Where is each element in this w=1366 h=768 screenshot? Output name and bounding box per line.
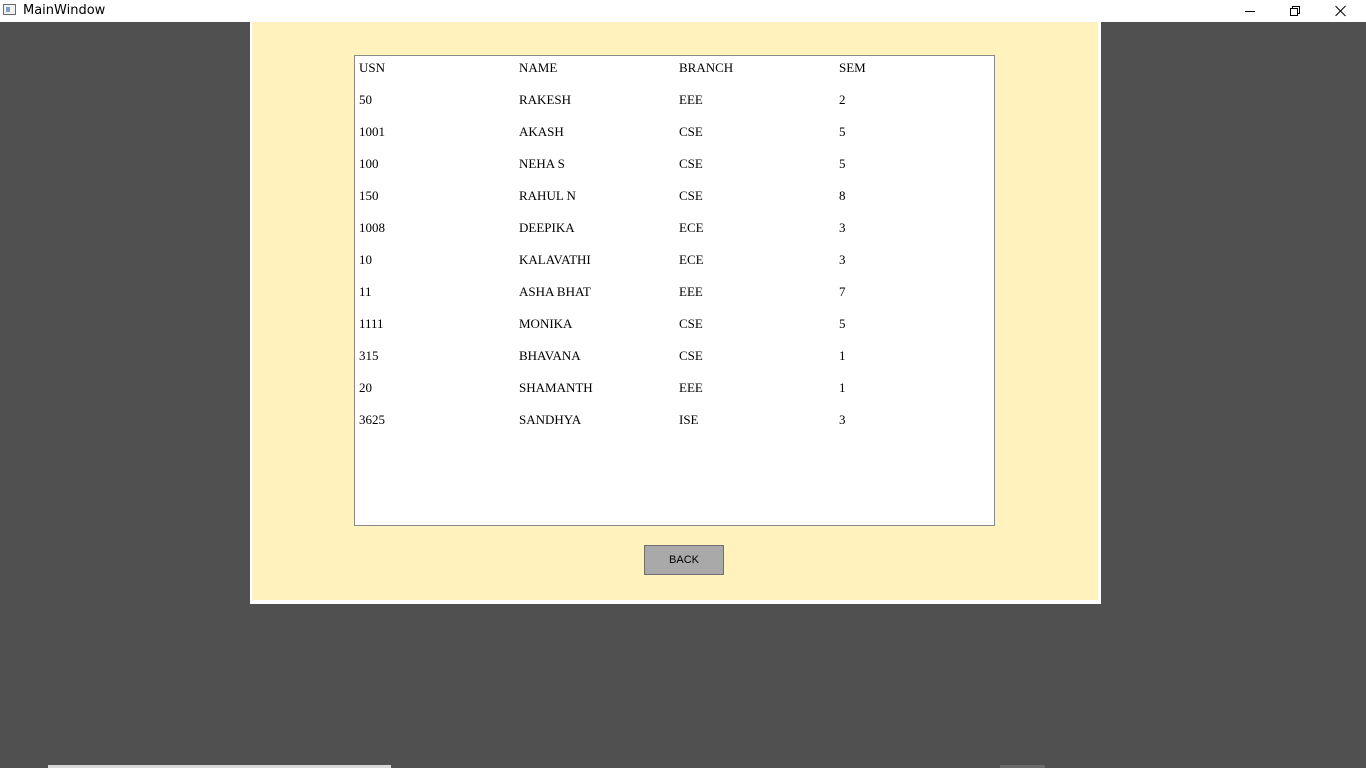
cell-usn: 1111 bbox=[359, 316, 384, 331]
back-button[interactable]: BACK bbox=[644, 545, 724, 575]
cell-name: KALAVATHI bbox=[519, 252, 591, 267]
window-title: MainWindow bbox=[23, 3, 106, 18]
table-row[interactable]: 3625 SANDHYA ISE 3 bbox=[355, 410, 994, 430]
cell-sem: 8 bbox=[839, 188, 846, 203]
cell-usn: 1001 bbox=[359, 124, 385, 139]
cell-usn: 10 bbox=[359, 252, 372, 267]
title-bar: MainWindow bbox=[0, 0, 1366, 22]
cell-sem: 1 bbox=[839, 380, 846, 395]
main-panel: USN NAME BRANCH SEM 50 RAKESH EEE 2 1001 AKAS… bbox=[250, 22, 1101, 604]
table-row[interactable]: 50 RAKESH EEE 2 bbox=[355, 90, 994, 110]
restore-button[interactable] bbox=[1272, 0, 1318, 22]
table-row[interactable]: 1111 MONIKA CSE 5 bbox=[355, 314, 994, 334]
cell-sem: 5 bbox=[839, 316, 846, 331]
header-name: NAME bbox=[519, 60, 558, 75]
cell-name: MONIKA bbox=[519, 316, 573, 331]
cell-sem: 5 bbox=[839, 156, 846, 171]
cell-usn: 100 bbox=[359, 156, 379, 171]
student-table[interactable]: USN NAME BRANCH SEM 50 RAKESH EEE 2 1001 AKAS… bbox=[354, 55, 995, 526]
table-row[interactable]: 20 SHAMANTH EEE 1 bbox=[355, 378, 994, 398]
cell-name: ASHA BHAT bbox=[519, 284, 591, 299]
panel-content: USN NAME BRANCH SEM 50 RAKESH EEE 2 1001 AKAS… bbox=[252, 22, 1098, 600]
restore-icon bbox=[1290, 6, 1300, 16]
cell-branch: ISE bbox=[679, 412, 699, 427]
cell-branch: CSE bbox=[679, 188, 703, 203]
cell-name: SANDHYA bbox=[519, 412, 582, 427]
cell-name: NEHA S bbox=[519, 156, 565, 171]
table-row[interactable]: 11 ASHA BHAT EEE 7 bbox=[355, 282, 994, 302]
cell-branch: ECE bbox=[679, 252, 704, 267]
cell-sem: 1 bbox=[839, 348, 846, 363]
cell-usn: 3625 bbox=[359, 412, 385, 427]
cell-branch: EEE bbox=[679, 92, 703, 107]
cell-usn: 1008 bbox=[359, 220, 385, 235]
cell-branch: CSE bbox=[679, 156, 703, 171]
cell-branch: CSE bbox=[679, 124, 703, 139]
table-row[interactable]: 100 NEHA S CSE 5 bbox=[355, 154, 994, 174]
app-window-icon bbox=[3, 4, 16, 15]
cell-branch: ECE bbox=[679, 220, 704, 235]
cell-branch: EEE bbox=[679, 284, 703, 299]
cell-branch: CSE bbox=[679, 316, 703, 331]
cell-usn: 315 bbox=[359, 348, 379, 363]
table-row[interactable]: 1001 AKASH CSE 5 bbox=[355, 122, 994, 142]
table-row[interactable]: 1008 DEEPIKA ECE 3 bbox=[355, 218, 994, 238]
cell-name: SHAMANTH bbox=[519, 380, 593, 395]
header-branch: BRANCH bbox=[679, 60, 734, 75]
cell-sem: 7 bbox=[839, 284, 846, 299]
table-header-row: USN NAME BRANCH SEM bbox=[355, 58, 994, 78]
cell-branch: CSE bbox=[679, 348, 703, 363]
close-icon bbox=[1335, 5, 1347, 17]
cell-usn: 150 bbox=[359, 188, 379, 203]
table-row[interactable]: 150 RAHUL N CSE 8 bbox=[355, 186, 994, 206]
cell-sem: 3 bbox=[839, 220, 846, 235]
close-button[interactable] bbox=[1318, 0, 1364, 22]
table-row[interactable]: 315 BHAVANA CSE 1 bbox=[355, 346, 994, 366]
cell-name: DEEPIKA bbox=[519, 220, 575, 235]
cell-sem: 2 bbox=[839, 92, 846, 107]
cell-sem: 3 bbox=[839, 412, 846, 427]
minimize-button[interactable] bbox=[1227, 0, 1273, 22]
minimize-icon bbox=[1245, 10, 1255, 12]
cell-name: AKASH bbox=[519, 124, 564, 139]
cell-usn: 11 bbox=[359, 284, 372, 299]
cell-sem: 5 bbox=[839, 124, 846, 139]
header-usn: USN bbox=[359, 60, 386, 75]
cell-branch: EEE bbox=[679, 380, 703, 395]
cell-usn: 50 bbox=[359, 92, 372, 107]
header-sem: SEM bbox=[839, 60, 866, 75]
cell-usn: 20 bbox=[359, 380, 372, 395]
cell-sem: 3 bbox=[839, 252, 846, 267]
table-row[interactable]: 10 KALAVATHI ECE 3 bbox=[355, 250, 994, 270]
cell-name: BHAVANA bbox=[519, 348, 581, 363]
cell-name: RAHUL N bbox=[519, 188, 576, 203]
cell-name: RAKESH bbox=[519, 92, 572, 107]
